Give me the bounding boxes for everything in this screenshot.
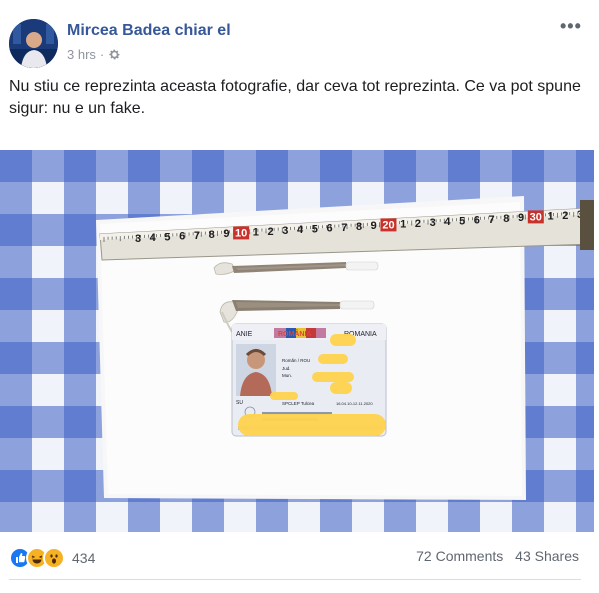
- tape-number: 6: [326, 223, 332, 235]
- tape-number: 3: [135, 233, 141, 245]
- footer-divider: [9, 579, 581, 580]
- tape-number: 9: [371, 220, 377, 232]
- tape-number: 1: [547, 211, 553, 223]
- tape-number: 9: [223, 228, 229, 240]
- tape-number: 2: [562, 210, 568, 222]
- meta-separator: ·: [99, 47, 105, 62]
- post-text: Nu stiu ce reprezinta aceasta fotografie…: [9, 78, 581, 117]
- id-line2: Jud.: [282, 366, 291, 371]
- tape-number: 4: [444, 216, 451, 228]
- tape-number: 30: [530, 211, 542, 223]
- comments-count-link[interactable]: 72 Comments: [416, 548, 503, 564]
- shares-count-link[interactable]: 43 Shares: [515, 548, 579, 564]
- post-photo[interactable]: 3456789101234567892012345678930123: [0, 150, 594, 532]
- tape-number: 9: [518, 212, 524, 224]
- tape-number: 8: [209, 229, 215, 241]
- tape-number: 1: [253, 227, 259, 239]
- id-header-middle: ROMÂNIA: [278, 329, 311, 338]
- photo-image: 3456789101234567892012345678930123: [0, 150, 594, 532]
- tape-number: 3: [282, 225, 288, 237]
- tape-number: 5: [164, 231, 170, 243]
- id-line3: Mun.: [282, 373, 292, 378]
- more-options-button[interactable]: •••: [560, 16, 582, 37]
- post-meta: 3 hrs ·: [67, 47, 121, 62]
- author-name[interactable]: Mircea Badea chiar el: [67, 22, 231, 40]
- id-line1: Romăn / ROU: [282, 358, 310, 363]
- tape-number: 1: [400, 219, 406, 231]
- tape-number: 5: [459, 215, 465, 227]
- id-card: ANIE ROMÂNIA ROMANIA Romăn / ROU Jud. Mu…: [231, 323, 387, 437]
- tape-number: 4: [150, 232, 157, 244]
- tape-number: 6: [474, 215, 480, 227]
- tape-number: 2: [268, 226, 274, 238]
- tape-number: 2: [415, 218, 421, 230]
- avatar[interactable]: [9, 19, 58, 68]
- tape-number: 20: [382, 219, 394, 231]
- tape-number: 7: [341, 222, 347, 234]
- tape-number: 8: [503, 213, 509, 225]
- wow-reaction-icon: [43, 547, 65, 569]
- tape-number: 10: [235, 227, 247, 239]
- facebook-post: Mircea Badea chiar el 3 hrs · ••• Nu sti…: [0, 0, 599, 593]
- id-line5: 16.04.10-12.11.2020: [336, 401, 373, 406]
- tape-number: 4: [297, 224, 304, 236]
- id-header-left: ANIE: [236, 331, 253, 338]
- post-footer: 434 72 Comments 43 Shares: [0, 540, 599, 572]
- tape-number: 7: [194, 230, 200, 242]
- tape-number: 5: [312, 223, 318, 235]
- tape-number: 8: [356, 221, 362, 233]
- id-side-code: SU: [236, 400, 243, 406]
- id-line4: SPCLEP Tulcea: [282, 401, 315, 406]
- tape-number: 6: [179, 231, 185, 243]
- post-time[interactable]: 3 hrs: [67, 47, 96, 62]
- gear-icon[interactable]: [108, 48, 121, 61]
- avatar-image: [9, 19, 58, 68]
- tape-number: 7: [489, 214, 495, 226]
- reactions-summary[interactable]: 434: [9, 547, 95, 569]
- tape-number: 3: [430, 217, 436, 229]
- post-stats: 72 Comments 43 Shares: [408, 548, 579, 564]
- reaction-count[interactable]: 434: [72, 550, 95, 566]
